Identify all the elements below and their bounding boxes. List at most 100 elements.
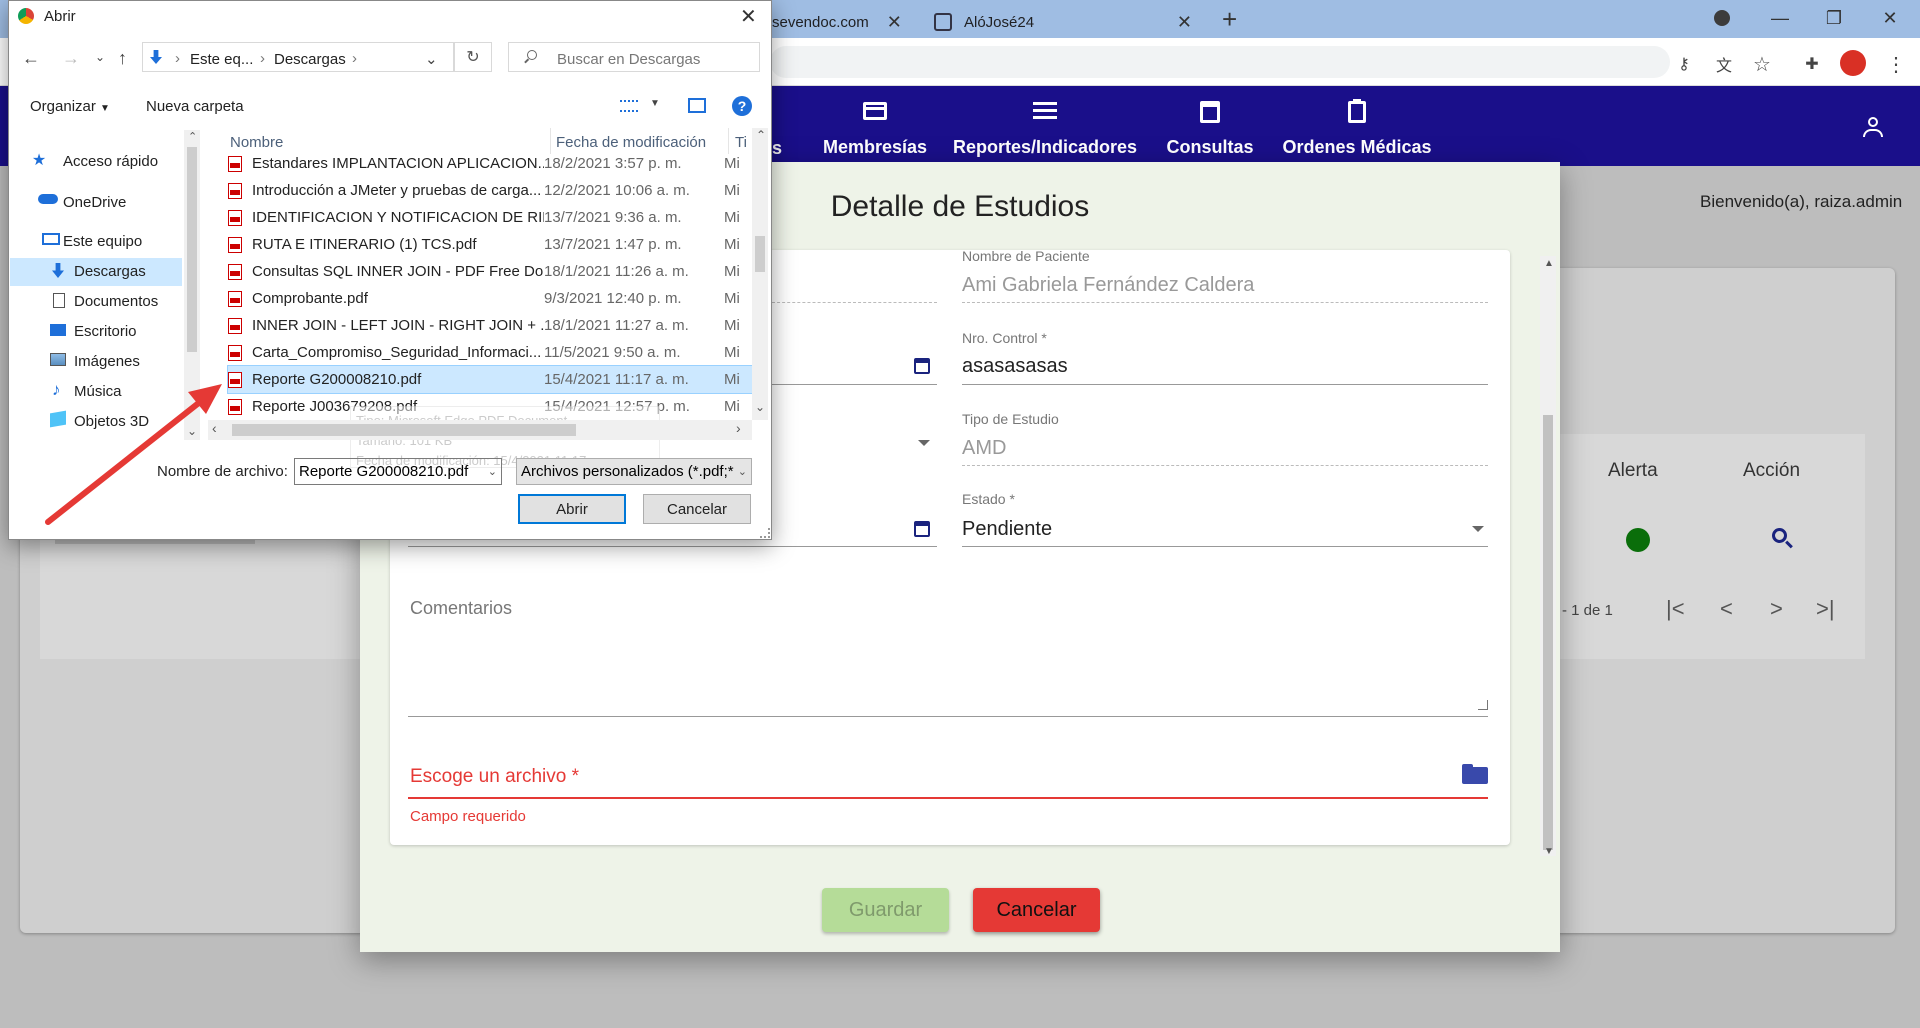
control-label: Nro. Control *	[962, 330, 1047, 346]
pictures-icon	[50, 353, 66, 366]
nav-item-ordenes[interactable]: Ordenes Médicas	[1282, 86, 1432, 166]
chevron-down-icon[interactable]: ▼	[650, 98, 660, 109]
file-list-scrollbar-thumb[interactable]	[755, 236, 765, 272]
close-tab-icon[interactable]: ✕	[1177, 12, 1192, 33]
new-folder-button[interactable]: Nueva carpeta	[146, 98, 244, 115]
nav-item-consultas[interactable]: Consultas	[1160, 86, 1260, 166]
dialog-close-icon[interactable]: ✕	[740, 4, 757, 29]
form-scrollbar-thumb[interactable]	[1543, 415, 1553, 850]
chevron-down-icon[interactable]	[1472, 526, 1484, 532]
tab-search-icon[interactable]	[1702, 4, 1742, 32]
browser-tab[interactable]: AlóJosé24 ✕	[920, 6, 1202, 38]
file-row[interactable]: Consultas SQL INNER JOIN - PDF Free Do..…	[228, 258, 752, 285]
nav-pane-item[interactable]: Imágenes	[74, 353, 140, 370]
bookmark-star-icon[interactable]: ☆	[1750, 52, 1774, 76]
nav-item-membresias[interactable]: Membresías	[820, 86, 930, 166]
file-row[interactable]: Estandares IMPLANTACION APLICACION... 18/…	[228, 150, 752, 177]
close-tab-icon[interactable]: ✕	[887, 12, 902, 33]
nav-pane-item[interactable]: OneDrive	[63, 194, 126, 211]
scroll-up-icon[interactable]: ⌃	[756, 128, 766, 142]
nav-item-reportes[interactable]: Reportes/Indicadores	[953, 86, 1137, 166]
nav-pane-item[interactable]: Escritorio	[74, 323, 137, 340]
nav-pane-scrollbar-thumb[interactable]	[187, 147, 197, 352]
file-name: Estandares IMPLANTACION APLICACION...	[252, 155, 544, 172]
resize-handle-icon[interactable]	[1478, 700, 1488, 710]
recent-locations-icon[interactable]: ⌄	[95, 50, 105, 64]
file-row[interactable]: IDENTIFICACION Y NOTIFICACION DE RIE... 1…	[228, 204, 752, 231]
nav-item-partial[interactable]: s	[772, 138, 782, 159]
nav-pane-item[interactable]: Este equipo	[63, 233, 142, 250]
file-input-label[interactable]: Escoge un archivo *	[410, 766, 579, 788]
date-field-underline	[772, 384, 937, 385]
chevron-down-icon: ⌄	[487, 466, 497, 478]
cancel-button[interactable]: Cancelar	[973, 888, 1100, 932]
column-header-date[interactable]: Fecha de modificación	[556, 134, 706, 151]
status-select[interactable]: Pendiente	[962, 518, 1052, 541]
key-icon[interactable]: ⚷	[1672, 52, 1696, 76]
restore-icon[interactable]: ❐	[1814, 4, 1854, 32]
desktop-icon	[50, 324, 66, 336]
new-tab-button[interactable]: +	[1222, 4, 1237, 35]
filename-input[interactable]: Reporte G200008210.pdf ⌄	[294, 458, 502, 485]
column-header-type[interactable]: Ti	[735, 134, 747, 151]
save-button[interactable]: Guardar	[822, 888, 949, 932]
file-type: Mi	[724, 182, 740, 199]
minimize-icon[interactable]: —	[1760, 4, 1800, 32]
file-row[interactable]: INNER JOIN - LEFT JOIN - RIGHT JOIN + ..…	[228, 312, 752, 339]
extensions-icon[interactable]: ✚	[1800, 52, 1824, 76]
breadcrumb-item[interactable]: Descargas	[274, 51, 346, 68]
account-icon[interactable]	[1862, 116, 1884, 138]
organize-button[interactable]: Organizar ▼	[30, 98, 110, 115]
nav-pane-item[interactable]: Acceso rápido	[63, 153, 158, 170]
folder-icon[interactable]	[1462, 764, 1488, 784]
file-name: RUTA E ITINERARIO (1) TCS.pdf	[252, 236, 477, 253]
search-icon[interactable]	[1772, 528, 1794, 550]
file-row-selected[interactable]: Reporte G200008210.pdf 15/4/2021 11:17 a.…	[227, 365, 753, 394]
view-options-icon[interactable]	[620, 100, 638, 112]
file-type-filter[interactable]: Archivos personalizados (*.pdf;* ⌄	[516, 458, 752, 485]
prev-page-icon[interactable]: <	[1720, 596, 1733, 622]
resize-grip-icon[interactable]	[760, 528, 770, 538]
file-row[interactable]: Carta_Compromiso_Seguridad_Informaci... 1…	[228, 339, 752, 366]
profile-avatar[interactable]	[1840, 50, 1866, 76]
refresh-icon[interactable]: ↻	[454, 42, 492, 72]
scroll-down-icon[interactable]: ⌄	[755, 400, 765, 414]
omnibox[interactable]	[770, 46, 1670, 78]
nav-pane-item[interactable]: Descargas	[74, 263, 146, 280]
first-page-icon[interactable]: |<	[1666, 596, 1685, 622]
preview-pane-icon[interactable]	[688, 98, 706, 113]
file-row[interactable]: Comprobante.pdf 9/3/2021 12:40 p. m. Mi	[228, 285, 752, 312]
comments-textarea[interactable]	[408, 590, 1488, 715]
file-list-scrollbar[interactable]	[752, 128, 768, 420]
next-page-icon[interactable]: >	[1770, 596, 1783, 622]
up-arrow-icon[interactable]: ↑	[118, 48, 127, 69]
calendar-icon[interactable]	[914, 358, 930, 374]
scroll-right-icon[interactable]: ›	[736, 420, 741, 436]
chevron-down-icon[interactable]	[918, 440, 930, 446]
help-icon[interactable]: ?	[732, 96, 752, 116]
close-window-icon[interactable]: ✕	[1870, 4, 1910, 32]
calendar-icon[interactable]	[914, 521, 930, 537]
breadcrumb-item[interactable]: Este eq...	[190, 51, 253, 68]
translate-icon[interactable]: 文	[1712, 52, 1736, 76]
file-row[interactable]: Introducción a JMeter y pruebas de carga…	[228, 177, 752, 204]
scroll-up-icon[interactable]: ▲	[1544, 258, 1554, 269]
browser-tab[interactable]: sevendoc.com ✕	[772, 6, 912, 38]
control-input[interactable]: asasasasas	[962, 355, 1068, 378]
browser-menu-icon[interactable]: ⋮	[1884, 52, 1908, 76]
column-header-name[interactable]: Nombre	[230, 134, 283, 151]
pdf-file-icon	[228, 317, 242, 334]
nav-pane-item[interactable]: Documentos	[74, 293, 158, 310]
scroll-down-icon[interactable]: ▼	[1544, 846, 1554, 857]
scroll-up-icon[interactable]: ⌃	[188, 130, 197, 143]
dialog-cancel-button[interactable]: Cancelar	[643, 494, 751, 524]
file-row[interactable]: RUTA E ITINERARIO (1) TCS.pdf 13/7/2021 1…	[228, 231, 752, 258]
last-page-icon[interactable]: >|	[1816, 596, 1835, 622]
chevron-down-icon[interactable]: ⌄	[425, 50, 438, 68]
open-button[interactable]: Abrir	[518, 494, 626, 524]
file-list-hscrollbar-thumb[interactable]	[232, 424, 576, 436]
forward-arrow-icon[interactable]: →	[62, 48, 80, 69]
study-type-label: Tipo de Estudio	[962, 411, 1059, 427]
back-arrow-icon[interactable]: ←	[22, 48, 40, 69]
file-date: 18/2/2021 3:57 p. m.	[544, 155, 682, 172]
